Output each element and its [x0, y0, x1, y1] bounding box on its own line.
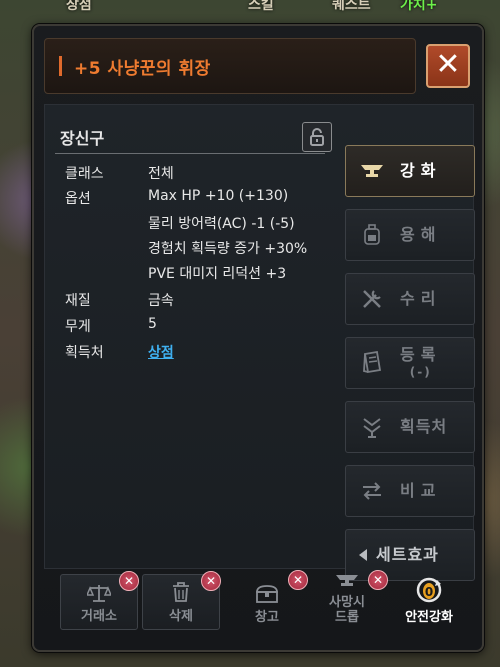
scale-icon — [85, 583, 113, 607]
safe-enhance-button[interactable]: 0 안전강화 — [390, 574, 468, 630]
exchange-button[interactable]: 거래소 ✕ — [60, 571, 139, 630]
source-icon — [354, 416, 390, 438]
bottom-action-bar: 거래소 ✕ 삭제 ✕ 창고 ✕ 사망시 드롭 ✕ 0 안전강화 — [44, 570, 474, 644]
disabled-x-icon: ✕ — [201, 571, 221, 591]
disabled-x-icon: ✕ — [368, 570, 388, 590]
drop-on-death-button[interactable]: 사망시 드롭 ✕ — [308, 570, 388, 630]
swap-icon — [354, 481, 390, 501]
anvil-icon — [334, 573, 360, 593]
repair-button[interactable]: 수리 — [345, 273, 475, 325]
trash-icon — [171, 581, 191, 607]
top-menu-item[interactable]: 스킬 — [248, 0, 274, 14]
disabled-x-icon: ✕ — [119, 571, 139, 591]
top-menu-item[interactable]: 장점 — [66, 0, 92, 14]
dissolve-button[interactable]: 용해 — [345, 209, 475, 261]
warehouse-button[interactable]: 창고 ✕ — [228, 570, 308, 630]
anvil-icon — [354, 162, 390, 180]
title-accent — [59, 56, 62, 76]
source-button[interactable]: 획득처 — [345, 401, 475, 453]
top-menu: 장점 스킬 퀘스트 가치+ — [0, 0, 500, 18]
title-bar: +5 사냥꾼의 휘장 — [44, 38, 416, 94]
top-menu-item[interactable]: 가치+ — [400, 0, 438, 14]
safe-enhance-icon: 0 — [415, 576, 443, 608]
bottle-icon — [354, 224, 390, 246]
enhance-button[interactable]: 강화 — [345, 145, 475, 197]
compare-button[interactable]: 비교 — [345, 465, 475, 517]
top-menu-item[interactable]: 퀘스트 — [332, 0, 371, 14]
item-type-row: 장신구 — [55, 120, 332, 154]
item-name: +5 사냥꾼의 휘장 — [74, 58, 211, 79]
play-left-icon — [356, 548, 370, 562]
item-details: 장신구 클래스 전체 옵션 Max HP +10 (+130) 물리 방어력(A… — [44, 104, 475, 581]
item-type: 장신구 — [60, 129, 105, 148]
close-icon: ✕ — [435, 47, 461, 82]
register-button[interactable]: 등록 (-) — [345, 337, 475, 389]
close-button[interactable]: ✕ — [426, 44, 470, 88]
tools-icon — [354, 288, 390, 310]
delete-button[interactable]: 삭제 ✕ — [142, 571, 221, 630]
disabled-x-icon: ✕ — [288, 570, 308, 590]
chest-icon — [255, 584, 279, 608]
book-icon — [354, 351, 390, 375]
item-info-window: +5 사냥꾼의 휘장 ✕ 장신구 클래스 전체 옵션 Max HP +10 (+… — [32, 24, 484, 652]
safe-enhance-count: 0 — [425, 585, 433, 599]
source-link[interactable]: 상점 — [148, 342, 174, 362]
lock-icon[interactable] — [302, 122, 332, 152]
